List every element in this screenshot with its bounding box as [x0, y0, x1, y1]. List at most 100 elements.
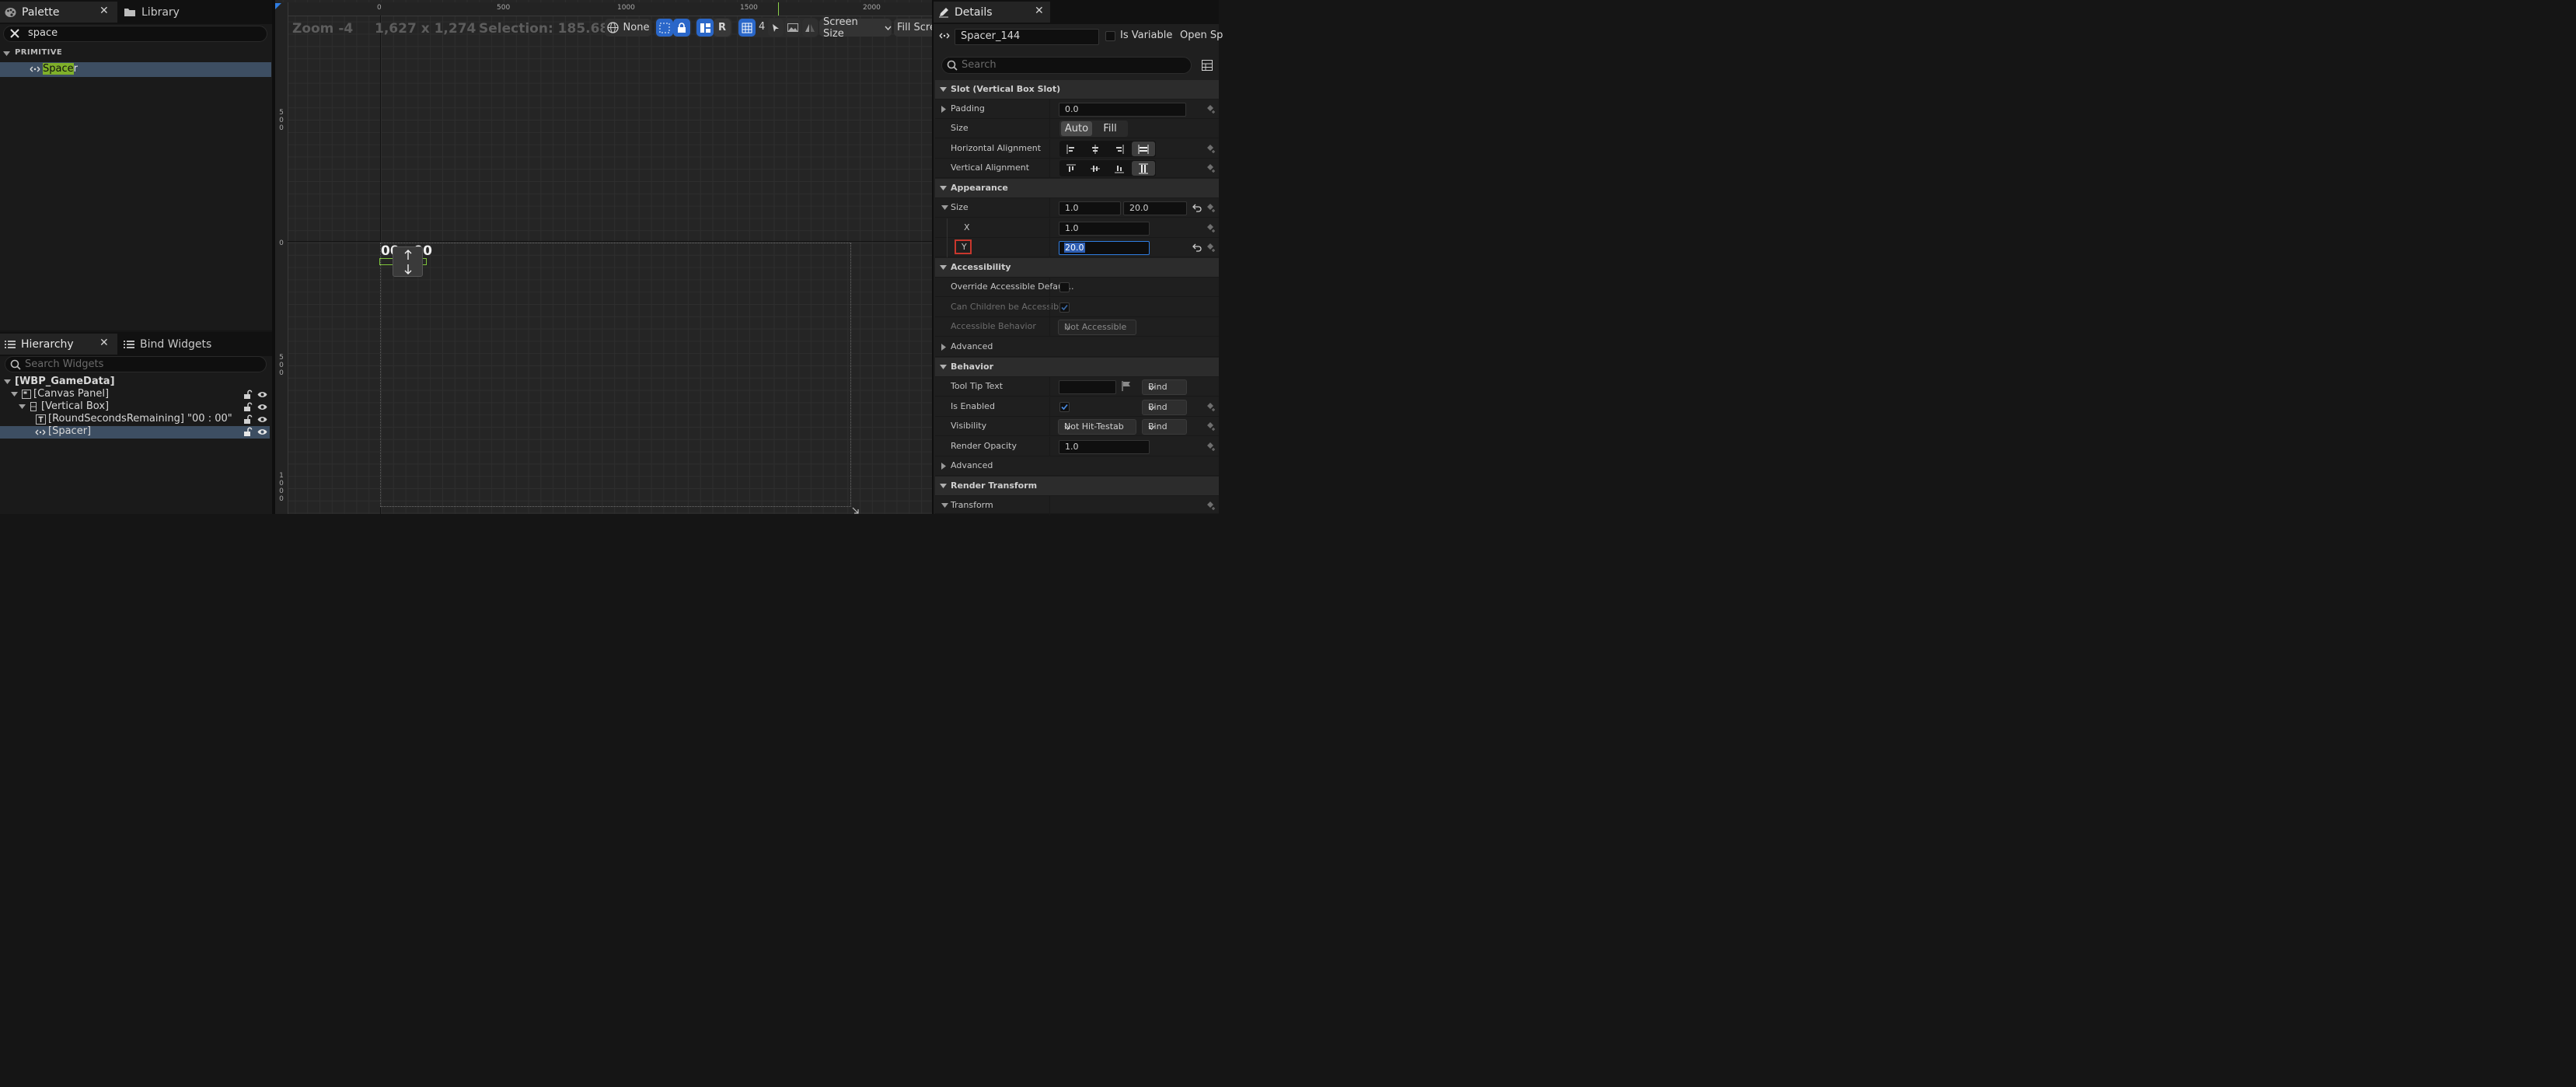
table-view-icon[interactable]: [1202, 60, 1213, 71]
y-input[interactable]: 20.0: [1059, 241, 1150, 255]
tab-hierarchy[interactable]: Hierarchy ✕: [0, 334, 117, 355]
keyframe-add-icon[interactable]: [1206, 104, 1216, 114]
reset-button[interactable]: R: [714, 19, 731, 37]
tooltip-bind-dropdown[interactable]: Bind: [1142, 379, 1187, 395]
palette-search-input[interactable]: space: [3, 26, 267, 42]
arrow-up-icon[interactable]: [404, 250, 412, 260]
keyframe-add-icon[interactable]: [1206, 163, 1216, 173]
expand-triangle-right-icon[interactable]: [941, 106, 946, 113]
reset-to-default-icon[interactable]: [1192, 243, 1202, 252]
visibility-eye-icon[interactable]: [257, 391, 267, 398]
keyframe-add-icon[interactable]: [1206, 421, 1216, 431]
tooltip-input[interactable]: [1059, 380, 1116, 394]
widget-name-field[interactable]: Spacer_144: [955, 29, 1099, 45]
expand-triangle-icon[interactable]: [11, 392, 18, 397]
tab-bind-widgets[interactable]: Bind Widgets: [119, 334, 236, 355]
collapse-triangle-icon[interactable]: [941, 205, 948, 210]
expand-triangle-icon[interactable]: [19, 404, 26, 409]
size-fill-button[interactable]: Fill: [1094, 121, 1126, 136]
arrow-down-icon[interactable]: [404, 264, 412, 274]
grid-snap-value[interactable]: 4: [759, 21, 765, 33]
category-primitive[interactable]: PRIMITIVE: [0, 47, 272, 60]
visibility-eye-icon[interactable]: [257, 404, 267, 411]
section-appearance[interactable]: Appearance: [935, 179, 1219, 198]
screen-size-dropdown[interactable]: Screen Size: [819, 16, 892, 40]
is-variable-checkbox[interactable]: [1105, 31, 1115, 41]
clear-search-icon[interactable]: [9, 28, 20, 39]
align-center-icon[interactable]: [1084, 142, 1107, 156]
visibility-dropdown[interactable]: Not Hit-Testab: [1058, 419, 1136, 435]
is-variable-label: Is Variable: [1120, 30, 1173, 41]
keyframe-add-icon[interactable]: [1206, 243, 1216, 252]
close-icon[interactable]: ✕: [99, 5, 109, 17]
ruler-label: 0: [279, 362, 284, 369]
open-link[interactable]: Open Sp: [1180, 30, 1223, 41]
keyframe-add-icon[interactable]: [1206, 203, 1216, 212]
align-fill-icon[interactable]: [1132, 142, 1155, 156]
reset-to-default-icon[interactable]: [1192, 203, 1202, 212]
resize-handle-icon[interactable]: [852, 507, 859, 514]
keyframe-add-icon[interactable]: [1206, 402, 1216, 411]
accessible-behavior-dropdown[interactable]: Not Accessible: [1058, 320, 1136, 335]
align-left-icon[interactable]: [1059, 142, 1083, 156]
row-advanced-behavior[interactable]: Advanced: [935, 456, 1219, 476]
background-preview-button[interactable]: [785, 19, 801, 37]
size-auto-button[interactable]: Auto: [1061, 121, 1092, 136]
localization-preview-button[interactable]: None: [605, 19, 651, 37]
marquee-select-button[interactable]: [656, 19, 673, 37]
fill-screen-dropdown[interactable]: Fill Scre: [894, 19, 932, 37]
align-middle-icon[interactable]: [1084, 161, 1107, 176]
section-slot[interactable]: Slot (Vertical Box Slot): [935, 80, 1219, 100]
align-top-icon[interactable]: [1059, 161, 1083, 176]
tree-row-vertical-box[interactable]: [Vertical Box]: [0, 400, 270, 414]
close-icon[interactable]: ✕: [1035, 5, 1044, 17]
tree-row-round-seconds[interactable]: [RoundSecondsRemaining] "00 : 00": [0, 413, 270, 426]
hierarchy-search-input[interactable]: Search Widgets: [5, 356, 267, 372]
visibility-eye-icon[interactable]: [257, 416, 267, 423]
unlock-icon[interactable]: [243, 390, 253, 399]
keyframe-add-icon[interactable]: [1206, 144, 1216, 153]
align-bottom-icon[interactable]: [1108, 161, 1131, 176]
keyframe-add-icon[interactable]: [1206, 501, 1216, 510]
override-accessible-checkbox[interactable]: [1059, 282, 1070, 292]
unlock-icon[interactable]: [243, 427, 253, 436]
localization-flag-icon[interactable]: [1122, 381, 1131, 391]
palette-item-spacer[interactable]: Spacer: [0, 62, 271, 77]
tree-row-canvas-panel[interactable]: [Canvas Panel]: [0, 388, 270, 401]
unlock-icon[interactable]: [243, 402, 253, 411]
collapse-triangle-icon[interactable]: [941, 503, 948, 508]
tab-details[interactable]: Details ✕: [934, 2, 1050, 23]
details-search-input[interactable]: Search: [941, 57, 1192, 74]
pointer-mode-button[interactable]: [768, 19, 784, 37]
section-behavior[interactable]: Behavior: [935, 358, 1219, 377]
children-accessible-checkbox[interactable]: [1059, 302, 1070, 313]
tree-row-wbp-gamedata[interactable]: [WBP_GameData]: [0, 376, 270, 389]
render-opacity-input[interactable]: 1.0: [1059, 440, 1150, 454]
tree-row-spacer[interactable]: [Spacer]: [0, 425, 270, 439]
visibility-bind-dropdown[interactable]: Bind: [1142, 419, 1187, 435]
enabled-bind-dropdown[interactable]: Bind: [1142, 400, 1187, 415]
expand-triangle-icon[interactable]: [4, 379, 11, 384]
tab-palette[interactable]: Palette ✕: [0, 2, 117, 23]
align-fill-vertical-icon[interactable]: [1132, 161, 1155, 176]
align-right-icon[interactable]: [1108, 142, 1131, 156]
unlock-icon[interactable]: [243, 414, 253, 424]
section-render-transform[interactable]: Render Transform: [935, 477, 1219, 496]
padding-input[interactable]: 0.0: [1059, 103, 1186, 117]
x-input[interactable]: 1.0: [1059, 222, 1150, 236]
visibility-eye-icon[interactable]: [257, 428, 267, 435]
layout-toggle-button[interactable]: [696, 19, 714, 37]
close-icon[interactable]: ✕: [99, 337, 109, 349]
keyframe-add-icon[interactable]: [1206, 223, 1216, 232]
tab-library[interactable]: Library: [119, 2, 236, 23]
row-advanced-accessibility[interactable]: Advanced: [935, 337, 1219, 357]
is-enabled-checkbox[interactable]: [1059, 402, 1070, 412]
size-x-input[interactable]: 1.0: [1059, 201, 1121, 215]
size-y-input[interactable]: 20.0: [1123, 201, 1187, 215]
flip-preview-button[interactable]: [802, 19, 818, 37]
keyframe-add-icon[interactable]: [1206, 442, 1216, 451]
move-arrows-widget[interactable]: [393, 246, 423, 277]
grid-snap-button[interactable]: [738, 19, 756, 37]
section-accessibility[interactable]: Accessibility: [935, 258, 1219, 278]
lock-button[interactable]: [673, 19, 690, 37]
